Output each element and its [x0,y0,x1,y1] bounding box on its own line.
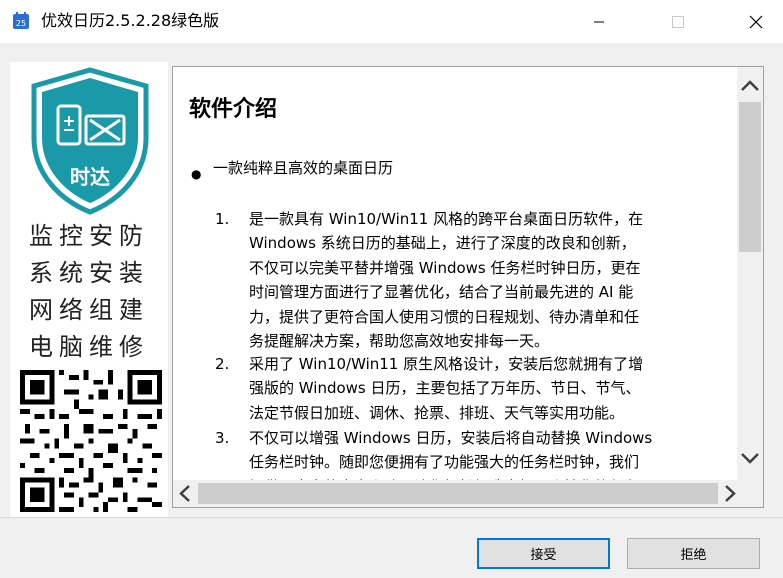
horizontal-scroll-thumb[interactable] [198,483,718,504]
scroll-left-icon[interactable] [173,480,197,507]
scrollbar-corner [737,474,763,507]
decline-button[interactable]: 拒绝 [627,538,760,569]
sidebar-banner: 时达 监控安防 系统安装 网络组建 电脑维修 [10,62,168,517]
slogan-line: 监控安防 [29,222,149,250]
minimize-icon [594,21,604,22]
maximize-icon [672,15,684,28]
shield-logo-icon: 时达 [31,67,149,215]
svg-text:25: 25 [16,19,26,28]
horizontal-scrollbar[interactable] [173,480,763,507]
accept-button[interactable]: 接受 [477,538,610,569]
maximize-button [655,0,701,43]
calendar-app-icon: 25 [12,12,30,30]
window-title: 优效日历2.5.2.28绿色版 [41,11,220,30]
divider [0,517,783,518]
scroll-down-icon[interactable] [737,445,763,471]
item-number: 3. [215,429,230,447]
svg-text:时达: 时达 [70,165,110,189]
item-number: 1. [215,210,230,228]
scroll-up-icon[interactable] [737,73,763,99]
intro-text-panel[interactable]: 软件介绍 ● 一款纯粹且高效的桌面日历 1. 是一款具有 Win10/Win11… [172,66,764,508]
bullet-text: 一款纯粹且高效的桌面日历 [213,159,394,177]
vertical-scroll-thumb[interactable] [739,102,761,252]
item-number: 2. [215,355,230,373]
slogan-line: 网络组建 [29,296,149,324]
title-bar: 25 优效日历2.5.2.28绿色版 [0,0,783,43]
doc-heading: 软件介绍 [189,97,278,122]
bullet-icon: ● [191,167,202,181]
slogan-line: 电脑维修 [29,333,149,361]
minimize-button[interactable] [576,0,622,43]
close-button[interactable] [733,0,779,43]
vertical-scrollbar[interactable] [737,67,763,474]
slogan-line: 系统安装 [29,259,149,287]
close-icon [749,15,763,28]
qr-code-icon [20,370,162,512]
list-item: 采用了 Win10/Win11 原生风格设计，安装后您就拥有了增 强版的 Win… [249,355,644,422]
list-item: 是一款具有 Win10/Win11 风格的跨平台桌面日历软件，在 Windows… [249,210,644,351]
